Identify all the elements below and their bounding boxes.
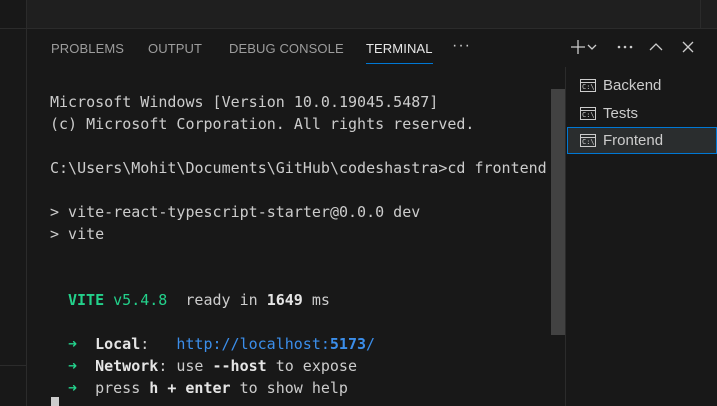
vite-name: VITE bbox=[68, 291, 105, 309]
terminal-output[interactable]: Microsoft Windows [Version 10.0.19045.54… bbox=[27, 73, 549, 406]
ms-unit: ms bbox=[311, 291, 330, 309]
tab-terminal[interactable]: TERMINAL bbox=[366, 41, 433, 64]
terminal-line: (c) Microsoft Corporation. All rights re… bbox=[50, 115, 475, 133]
terminal-prompt: C:\Users\Mohit\Documents\GitHub\codeshas… bbox=[50, 159, 547, 177]
help-text: press bbox=[95, 379, 141, 397]
arrow-icon: ➜ bbox=[68, 379, 78, 397]
local-url-link[interactable]: http://localhost:5173/ bbox=[176, 335, 375, 353]
ellipsis-icon[interactable]: ··· bbox=[452, 37, 471, 55]
terminal-cmd-icon: C:\ bbox=[580, 134, 596, 147]
terminal-tab-tests[interactable]: C:\ Tests bbox=[567, 100, 717, 127]
terminal-line: Microsoft Windows [Version 10.0.19045.54… bbox=[50, 93, 439, 111]
network-label: Network bbox=[95, 357, 159, 375]
local-url-port: 5173 bbox=[329, 335, 367, 353]
chevron-down-icon[interactable] bbox=[585, 35, 599, 59]
panel-tab-bar: PROBLEMS OUTPUT DEBUG CONSOLE TERMINAL ·… bbox=[27, 29, 717, 67]
vite-ready-line: VITE v5.4.8 ready in 1649 ms bbox=[68, 289, 330, 311]
ellipsis-icon[interactable] bbox=[613, 35, 637, 59]
help-key: h + enter bbox=[149, 379, 231, 397]
tab-output[interactable]: OUTPUT bbox=[148, 41, 202, 56]
chevron-up-icon[interactable] bbox=[644, 35, 668, 59]
vite-version: v5.4.8 bbox=[113, 291, 168, 309]
terminal-list-divider bbox=[565, 67, 566, 406]
divider bbox=[0, 365, 26, 366]
terminal-tab-label: Backend bbox=[603, 77, 662, 94]
terminal-tab-frontend[interactable]: C:\ Frontend bbox=[567, 127, 717, 154]
terminal-line: > vite-react-typescript-starter@0.0.0 de… bbox=[50, 203, 421, 221]
local-label: Local bbox=[95, 335, 141, 353]
local-url-suffix: / bbox=[366, 335, 376, 353]
tab-problems[interactable]: PROBLEMS bbox=[51, 41, 124, 56]
terminal-tab-label: Tests bbox=[603, 105, 639, 122]
terminal-line: > vite bbox=[50, 225, 105, 243]
local-url-prefix: http://localhost: bbox=[176, 335, 330, 353]
help-text-2: to show help bbox=[239, 379, 348, 397]
terminal-cmd-icon: C:\ bbox=[580, 107, 596, 120]
terminal-cursor bbox=[51, 397, 59, 406]
network-line: ➜ Network: use --host to expose bbox=[68, 357, 357, 375]
bottom-panel: PROBLEMS OUTPUT DEBUG CONSOLE TERMINAL ·… bbox=[27, 29, 717, 406]
terminal-tab-label: Frontend bbox=[603, 132, 664, 149]
terminal-tabs-list: C:\ Backend C:\ Tests C:\ Frontend bbox=[567, 67, 717, 406]
terminal-scrollbar[interactable] bbox=[551, 89, 565, 335]
editor-divider bbox=[700, 0, 701, 28]
divider bbox=[0, 28, 26, 29]
activity-bar-edge bbox=[0, 0, 27, 406]
editor-area bbox=[27, 0, 717, 29]
arrow-icon: ➜ bbox=[68, 335, 78, 353]
help-line: ➜ press h + enter to show help bbox=[68, 377, 348, 399]
tab-debug-console[interactable]: DEBUG CONSOLE bbox=[229, 41, 344, 56]
tab-terminal-label: TERMINAL bbox=[366, 41, 433, 56]
local-url-line: ➜ Local: http://localhost:5173/ bbox=[68, 335, 376, 353]
terminal-tab-backend[interactable]: C:\ Backend bbox=[567, 72, 717, 99]
active-tab-indicator bbox=[366, 63, 433, 64]
network-text-2: to expose bbox=[275, 357, 357, 375]
ready-text: ready in bbox=[185, 291, 258, 309]
network-flag: --host bbox=[212, 357, 267, 375]
terminal-cmd-icon: C:\ bbox=[580, 79, 596, 92]
network-text: use bbox=[176, 357, 204, 375]
ready-ms: 1649 bbox=[266, 291, 303, 309]
close-icon[interactable] bbox=[676, 35, 700, 59]
arrow-icon: ➜ bbox=[68, 357, 78, 375]
